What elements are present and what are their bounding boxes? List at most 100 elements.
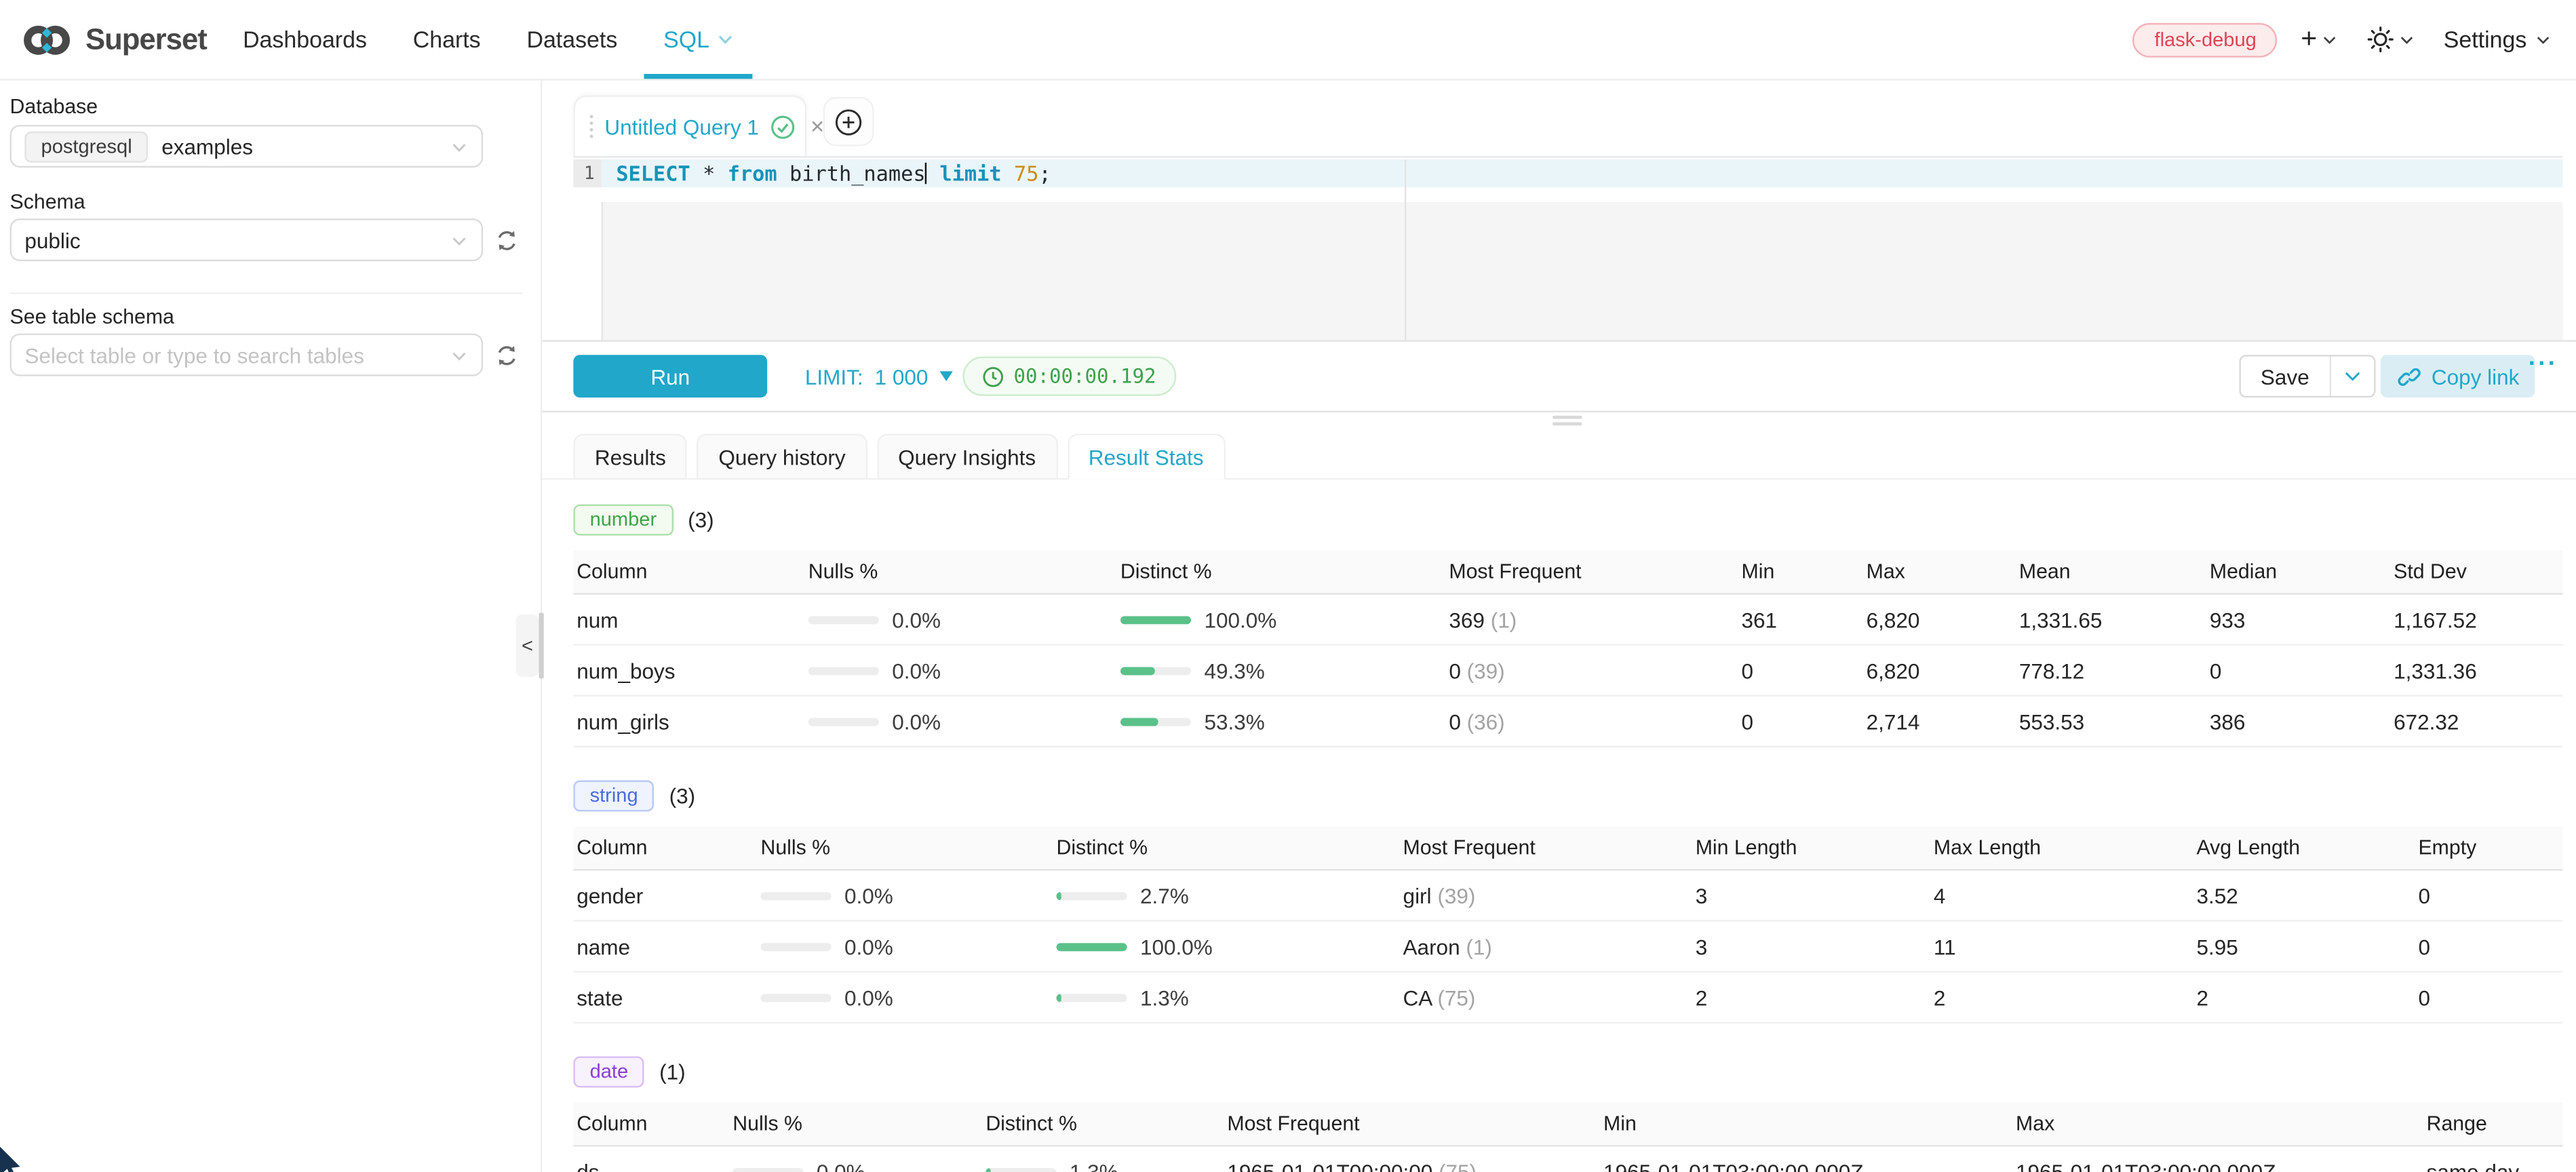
query-elapsed-timer: 00:00:00.192 — [962, 357, 1175, 396]
splitter-grip[interactable] — [539, 612, 543, 678]
refresh-schemas-icon[interactable] — [494, 227, 519, 252]
tab-result-stats[interactable]: Result Stats — [1067, 433, 1225, 480]
schema-select[interactable]: public — [10, 218, 484, 261]
pane-resize-handle[interactable] — [1553, 416, 1582, 426]
more-actions-button[interactable]: ··· — [2529, 350, 2558, 378]
chevron-down-icon — [452, 237, 467, 247]
navbar-right: flask-debug + — [2133, 0, 2576, 79]
toolbar-bottom-divider — [542, 411, 2576, 412]
chevron-down-icon — [452, 143, 467, 153]
table-select[interactable]: Select table or type to search tables — [10, 334, 484, 376]
print-margin-line — [1405, 159, 1406, 342]
distinct-bar — [1056, 942, 1127, 950]
south-pane-tabs: Results Query history Query Insights Res… — [573, 433, 1225, 480]
chevron-down-icon — [2401, 35, 2414, 43]
nav-item-dashboards[interactable]: Dashboards — [220, 0, 390, 79]
date-type-badge: date — [573, 1056, 644, 1087]
table-header-row: Column Nulls % Distinct % Most Frequent … — [573, 826, 2562, 870]
schema-value: public — [24, 227, 80, 252]
main-nav: Dashboards Charts Datasets SQL — [220, 0, 756, 79]
number-section-header: number (3) — [573, 505, 2562, 536]
sql-code-editor[interactable]: 1 SELECT*frombirth_nameslimit75; — [573, 156, 2562, 342]
collapse-sidebar-button[interactable]: < — [516, 614, 539, 677]
distinct-bar — [985, 1167, 1056, 1172]
database-type-tag: postgresql — [24, 131, 149, 162]
refresh-tables-icon[interactable] — [494, 343, 519, 367]
date-section-header: date (1) — [573, 1056, 2562, 1087]
table-row: name 0.0% 100.0% Aaron (1) 3 11 5.95 0 — [573, 922, 2562, 973]
query-editor-tab[interactable]: Untitled Query 1 ✕ — [573, 95, 806, 156]
save-split-button: Save — [2239, 355, 2375, 397]
chevron-down-icon — [452, 351, 467, 362]
database-label: Database — [10, 79, 543, 118]
tab-query-history[interactable]: Query history — [697, 433, 867, 480]
string-type-badge: string — [573, 781, 655, 812]
save-options-button[interactable] — [2329, 357, 2373, 396]
nulls-bar — [760, 993, 831, 1001]
table-header-row: Column Nulls % Distinct % Most Frequent … — [573, 1102, 2562, 1146]
new-query-tab-button[interactable] — [823, 97, 874, 146]
save-button[interactable]: Save — [2241, 357, 2329, 396]
run-query-button[interactable]: Run — [573, 355, 767, 397]
table-row: num 0.0% 100.0% 369 (1) 361 6,820 1,331.… — [573, 595, 2562, 646]
result-stats-pane: number (3) Column Nulls % Distinct % Mos… — [573, 480, 2562, 1172]
string-stats-table: Column Nulls % Distinct % Most Frequent … — [573, 826, 2562, 1023]
string-section-header: string (3) — [573, 781, 2562, 812]
new-item-button[interactable]: + — [2292, 26, 2345, 53]
editor-toolbar-divider — [542, 340, 2576, 341]
distinct-bar — [1120, 666, 1191, 674]
nulls-bar — [760, 942, 831, 950]
caret-down-icon — [939, 371, 952, 381]
table-row: num_girls 0.0% 53.3% 0 (36) 0 2,714 553.… — [573, 697, 2562, 747]
query-tab-title: Untitled Query 1 — [604, 114, 759, 138]
top-navbar: Superset Dashboards Charts Datasets SQL … — [0, 0, 2576, 81]
editor-empty-area[interactable] — [602, 202, 2563, 342]
line-number: 1 — [573, 159, 601, 187]
date-stats-table: Column Nulls % Distinct % Most Frequent … — [573, 1102, 2562, 1172]
sidebar-divider — [10, 292, 523, 294]
sun-icon — [2368, 26, 2394, 53]
circled-plus-icon — [834, 108, 862, 136]
superset-logo[interactable]: Superset — [0, 0, 207, 79]
table-schema-label: See table schema — [10, 306, 543, 329]
table-row: state 0.0% 1.3% CA (75) 2 2 2 0 — [573, 973, 2562, 1023]
nav-item-charts[interactable]: Charts — [390, 0, 504, 79]
number-type-badge: number — [573, 505, 673, 536]
text-caret — [926, 163, 927, 184]
copy-link-button[interactable]: Copy link — [2381, 355, 2536, 397]
distinct-bar — [1056, 993, 1127, 1001]
chevron-down-icon — [2537, 35, 2550, 43]
nulls-bar — [808, 717, 879, 725]
nav-item-sql[interactable]: SQL — [640, 0, 756, 79]
nulls-bar — [760, 891, 831, 899]
tab-drag-handle-icon[interactable] — [590, 115, 593, 138]
table-row: num_boys 0.0% 49.3% 0 (39) 0 6,820 778.1… — [573, 646, 2562, 697]
limit-dropdown[interactable]: LIMIT: 1 000 — [805, 355, 953, 397]
brand-name: Superset — [85, 22, 207, 57]
sqllab-left-sidebar: Database postgresql examples Schema publ… — [0, 79, 542, 1172]
query-success-check-icon — [770, 114, 795, 138]
database-select[interactable]: postgresql examples — [10, 125, 484, 168]
nav-item-datasets[interactable]: Datasets — [504, 0, 641, 79]
settings-menu[interactable]: Settings — [2437, 26, 2556, 53]
chevron-left-icon: < — [522, 634, 533, 657]
distinct-bar — [1120, 717, 1191, 725]
mouse-cursor — [0, 1147, 28, 1172]
plus-icon: + — [2301, 26, 2317, 53]
chevron-down-icon — [2344, 371, 2360, 381]
theme-toggle-button[interactable] — [2360, 26, 2422, 53]
chevron-down-icon — [718, 35, 733, 45]
superset-sql-lab: Superset Dashboards Charts Datasets SQL … — [0, 0, 2576, 1172]
tab-query-insights[interactable]: Query Insights — [877, 433, 1057, 480]
number-stats-table: Column Nulls % Distinct % Most Frequent … — [573, 550, 2562, 747]
nulls-bar — [808, 615, 879, 623]
schema-label: Schema — [10, 191, 543, 214]
distinct-bar — [1056, 891, 1127, 899]
table-select-placeholder: Select table or type to search tables — [24, 343, 364, 367]
sql-code-line: SELECT*frombirth_nameslimit75; — [616, 159, 1051, 187]
tab-results[interactable]: Results — [573, 433, 687, 480]
table-row: gender 0.0% 2.7% girl (39) 3 4 3.52 0 — [573, 871, 2562, 922]
nulls-bar — [808, 666, 879, 674]
distinct-bar — [1120, 615, 1191, 623]
table-row: ds 0.0% 1.3% 1965-01-01T00:00:00 (75) 19… — [573, 1147, 2562, 1172]
